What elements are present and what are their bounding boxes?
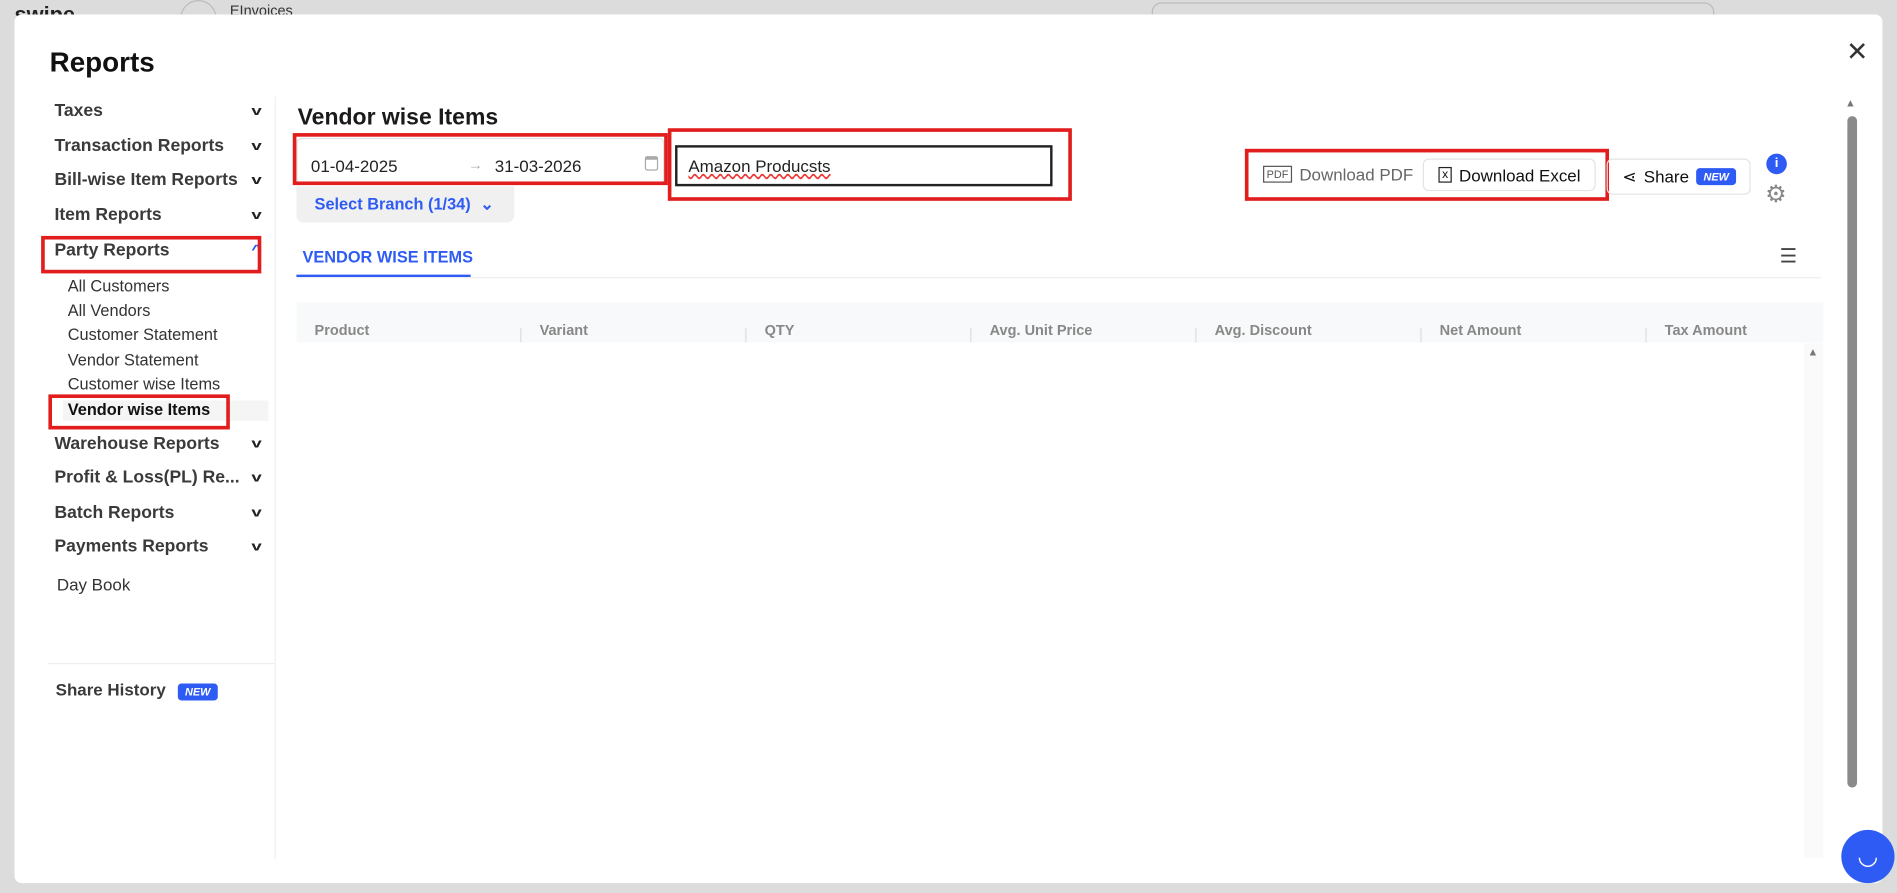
divider: [48, 662, 275, 665]
share-icon: ⋖: [1622, 166, 1637, 186]
select-branch-dropdown[interactable]: Select Branch (1/34) ⌄: [296, 186, 515, 223]
label: Payments Reports: [54, 537, 209, 557]
sidebar-item-transaction-reports[interactable]: Transaction Reports v: [54, 136, 262, 157]
column-header-qty[interactable]: QTY: [765, 322, 795, 339]
chevron-down-icon: ⌄: [480, 194, 494, 213]
label: Share: [1643, 166, 1689, 187]
chat-support-icon[interactable]: ◡: [1841, 829, 1895, 884]
share-button[interactable]: ⋖ Share NEW: [1606, 158, 1751, 195]
sidebar-divider: [274, 96, 276, 859]
column-header-variant[interactable]: Variant: [540, 322, 588, 339]
sidebar-item-party-reports[interactable]: Party Reports ^: [54, 240, 262, 261]
share-history-link[interactable]: Share History NEW: [56, 680, 218, 701]
sidebar-subitem-all-customers[interactable]: All Customers: [68, 277, 170, 295]
scroll-up-icon[interactable]: ▲: [1807, 346, 1818, 358]
label: Batch Reports: [54, 503, 175, 523]
label: Transaction Reports: [54, 136, 225, 157]
sidebar-item-payments-reports[interactable]: Payments Reports v: [54, 537, 262, 557]
label: Item Reports: [54, 205, 162, 226]
info-icon[interactable]: i: [1766, 153, 1787, 175]
label: Download Excel: [1459, 165, 1581, 185]
date-from[interactable]: 01-04-2025: [311, 156, 398, 175]
chevron-down-icon: v: [251, 208, 262, 223]
download-pdf-button[interactable]: PDF Download PDF: [1263, 165, 1413, 184]
column-separator: [970, 327, 972, 343]
label: Select Branch (1/34): [314, 194, 471, 213]
chevron-down-icon: v: [251, 436, 262, 452]
sidebar-subitem-all-vendors[interactable]: All Vendors: [68, 301, 151, 319]
scroll-up-icon[interactable]: ▲: [1845, 97, 1856, 109]
column-header-tax-amount[interactable]: Tax Amount: [1665, 322, 1747, 339]
sidebar-item-item-reports[interactable]: Item Reports v: [54, 205, 262, 226]
chevron-down-icon: v: [251, 470, 262, 486]
sidebar-item-taxes[interactable]: Taxes v: [54, 101, 262, 121]
pdf-icon: PDF: [1263, 165, 1293, 183]
label: Taxes: [54, 101, 103, 121]
sidebar-item-batch-reports[interactable]: Batch Reports v: [54, 503, 262, 523]
chevron-down-icon: v: [251, 539, 262, 555]
sidebar-subitem-customer-wise-items[interactable]: Customer wise Items: [68, 375, 220, 393]
column-header-net-amount[interactable]: Net Amount: [1440, 322, 1522, 339]
tabs-divider: [296, 277, 1821, 279]
column-header-product[interactable]: Product: [315, 322, 370, 339]
label: Warehouse Reports: [54, 434, 220, 454]
column-header-avg-discount[interactable]: Avg. Discount: [1215, 322, 1312, 339]
close-icon[interactable]: ✕: [1846, 36, 1868, 67]
reports-modal: Reports ✕ Taxes v Transaction Reports v Bi…: [14, 14, 1883, 884]
column-separator: [1195, 327, 1197, 343]
modal-scrollbar[interactable]: ▲: [1843, 97, 1860, 799]
chevron-down-icon: v: [251, 104, 262, 119]
sidebar-item-day-book[interactable]: Day Book: [57, 575, 130, 594]
label: Download PDF: [1299, 164, 1414, 184]
gear-icon[interactable]: ⚙: [1765, 179, 1787, 209]
scrollbar-thumb[interactable]: [1847, 116, 1858, 788]
sidebar-subitem-vendor-wise-items[interactable]: Vendor wise Items: [68, 400, 211, 418]
chevron-down-icon: v: [251, 173, 262, 188]
column-separator: [1645, 327, 1647, 343]
column-separator: [1420, 327, 1422, 343]
date-range-picker[interactable]: 01-04-2025 → 31-03-2026: [296, 137, 665, 184]
sidebar-subitem-vendor-statement[interactable]: Vendor Statement: [68, 351, 199, 369]
label: Share History: [55, 679, 166, 700]
sidebar-item-bill-wise-item-reports[interactable]: Bill-wise Item Reports v: [54, 170, 262, 190]
column-settings-icon[interactable]: ☰: [1780, 244, 1797, 268]
label: Bill-wise Item Reports: [54, 170, 238, 190]
chevron-up-icon: ^: [250, 243, 262, 258]
sidebar-item-profit-loss[interactable]: Profit & Loss(PL) Re... v: [54, 468, 262, 488]
chevron-down-icon: v: [251, 505, 262, 521]
tab-vendor-wise-items[interactable]: VENDOR WISE ITEMS: [302, 248, 473, 266]
label: Profit & Loss(PL) Re...: [54, 468, 240, 488]
download-excel-button[interactable]: x Download Excel: [1422, 158, 1597, 192]
sidebar-item-warehouse-reports[interactable]: Warehouse Reports v: [54, 434, 262, 454]
column-separator: [520, 327, 522, 343]
chevron-down-icon: v: [251, 139, 262, 154]
modal-title: Reports: [49, 45, 155, 78]
column-header-avg-unit-price[interactable]: Avg. Unit Price: [990, 322, 1093, 339]
arrow-right-icon: →: [468, 156, 483, 174]
calendar-icon: [644, 156, 659, 171]
excel-icon: x: [1438, 166, 1452, 183]
table-scrollbar[interactable]: ▲: [1803, 343, 1824, 858]
sidebar-subitem-customer-statement[interactable]: Customer Statement: [68, 325, 218, 343]
label: Party Reports: [54, 240, 170, 261]
column-separator: [745, 327, 747, 343]
search-value: Amazon Producsts: [688, 156, 831, 176]
search-input[interactable]: Amazon Producsts: [675, 145, 1053, 187]
page-title: Vendor wise Items: [297, 105, 499, 131]
new-badge: NEW: [177, 683, 218, 701]
new-badge: NEW: [1696, 168, 1737, 186]
date-to[interactable]: 31-03-2026: [495, 156, 582, 175]
